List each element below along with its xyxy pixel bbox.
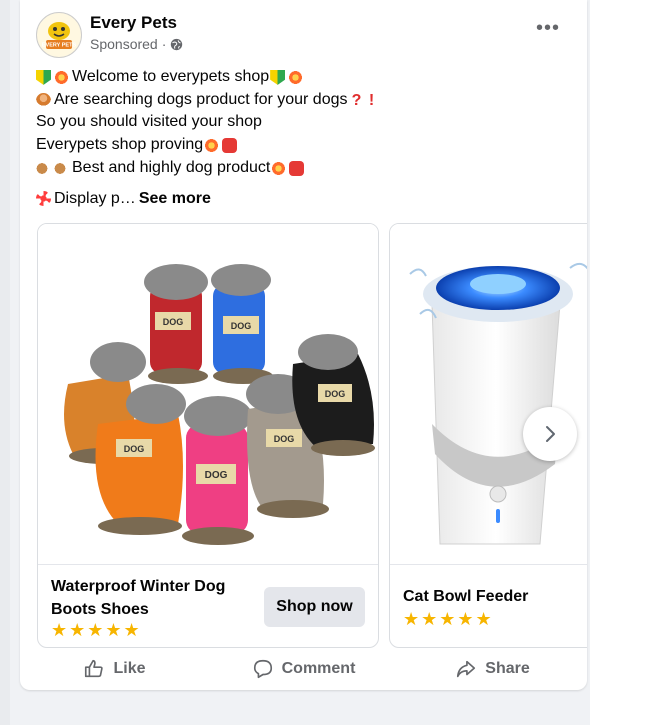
- cat-bowl-footer: Cat Bowl Feeder ★★★★★: [390, 564, 587, 647]
- caption-line-5: Best and highly dog product: [72, 158, 271, 176]
- sponsored-post-card: EVERY PETS Every Pets Sponsored · ••• We…: [20, 0, 587, 690]
- caption-line: Welcome to everypets shop: [36, 66, 576, 89]
- dog-boots-footer: Waterproof Winter Dog Boots Shoes ★★★★★ …: [38, 564, 378, 647]
- comment-icon: [253, 659, 272, 679]
- caption-line-1: Welcome to everypets shop: [72, 68, 270, 85]
- boot-label: DOG: [274, 434, 295, 444]
- anger-symbol-icon: [36, 191, 51, 207]
- exclamation-mark-icon: !: [368, 91, 375, 109]
- like-label: Like: [113, 660, 146, 677]
- boot-label: DOG: [325, 389, 346, 399]
- blue-boot: DOG: [211, 264, 273, 384]
- red-boot: DOG: [144, 264, 208, 384]
- dog-icon: [54, 160, 69, 176]
- facebook-feed: EVERY PETS Every Pets Sponsored · ••• We…: [0, 0, 646, 725]
- caption-line-3: So you should visited your shop: [36, 113, 262, 131]
- shop-now-button[interactable]: Shop now: [264, 587, 365, 627]
- boot-label: DOG: [124, 444, 145, 454]
- right-pane: [590, 0, 646, 725]
- boot-label: DOG: [163, 317, 184, 327]
- collision-icon: [288, 69, 304, 85]
- collision-icon: [54, 69, 69, 85]
- dog-icon: [36, 160, 51, 176]
- post-caption: Welcome to everypets shop Are searching …: [36, 66, 576, 210]
- star-rating: ★★★★★: [403, 609, 494, 629]
- thumbs-up-icon: [85, 659, 104, 678]
- share-label: Share: [485, 660, 530, 677]
- caption-line: Best and highly dog product: [36, 157, 576, 180]
- page-avatar[interactable]: EVERY PETS: [36, 12, 82, 58]
- share-icon: [457, 660, 476, 678]
- chevron-right-icon: [546, 426, 555, 442]
- page-name[interactable]: Every Pets: [90, 13, 177, 33]
- caption-line: So you should visited your shop: [36, 111, 576, 134]
- comment-button[interactable]: Comment: [209, 648, 398, 690]
- share-button[interactable]: Share: [398, 648, 587, 690]
- post-actions: Like Comment Share: [20, 648, 587, 690]
- boot-label: DOG: [231, 321, 252, 331]
- caption-line-4: Everypets shop proving: [36, 136, 204, 154]
- like-button[interactable]: Like: [20, 648, 209, 690]
- see-more-link[interactable]: See more: [139, 188, 211, 211]
- carousel-card-dog-boots[interactable]: DOG DOG DOG DOG DOG DOG Waterproof Winte…: [37, 223, 379, 648]
- boot-label: DOG: [205, 470, 228, 481]
- more-options-icon[interactable]: •••: [534, 18, 562, 44]
- meta-separator: ·: [161, 36, 167, 52]
- ogre-icon: [289, 160, 305, 176]
- product-title[interactable]: Waterproof Winter Dog Boots Shoes: [51, 575, 251, 621]
- product-title[interactable]: Cat Bowl Feeder: [403, 585, 587, 608]
- avatar-logo-text: EVERY PETS: [42, 43, 77, 49]
- ogre-icon: [222, 137, 238, 153]
- left-gutter: [0, 0, 10, 725]
- star-rating: ★★★★★: [51, 620, 142, 640]
- dog-boots-illustration: DOG DOG DOG DOG DOG DOG: [38, 224, 378, 564]
- caption-line: Everypets shop proving: [36, 134, 576, 157]
- dog-boots-image[interactable]: DOG DOG DOG DOG DOG DOG: [38, 224, 378, 564]
- cat-bowl-illustration: [390, 224, 587, 564]
- person-icon: [36, 92, 51, 108]
- cat-bowl-image[interactable]: [390, 224, 587, 564]
- post-meta: Sponsored ·: [90, 36, 183, 52]
- collision-icon: [204, 137, 220, 153]
- collision-icon: [271, 160, 287, 176]
- caption-line-6: Display p…: [54, 189, 136, 207]
- caption-line-2: Are searching dogs product for your dogs: [54, 90, 348, 108]
- beginner-symbol-icon: [36, 69, 51, 85]
- every-pets-logo: EVERY PETS: [38, 14, 80, 56]
- caption-line: Are searching dogs product for your dogs…: [36, 89, 576, 112]
- comment-label: Comment: [281, 660, 356, 677]
- pink-boot: DOG: [182, 396, 254, 545]
- question-mark-icon: ?: [351, 91, 362, 109]
- carousel-next-button[interactable]: [523, 407, 577, 461]
- product-carousel: DOG DOG DOG DOG DOG DOG Waterproof Winte…: [37, 223, 587, 648]
- caption-line: Display p… See more: [36, 188, 576, 211]
- sponsored-label[interactable]: Sponsored: [90, 36, 158, 52]
- beginner-symbol-icon: [270, 69, 286, 85]
- globe-icon: [171, 38, 183, 50]
